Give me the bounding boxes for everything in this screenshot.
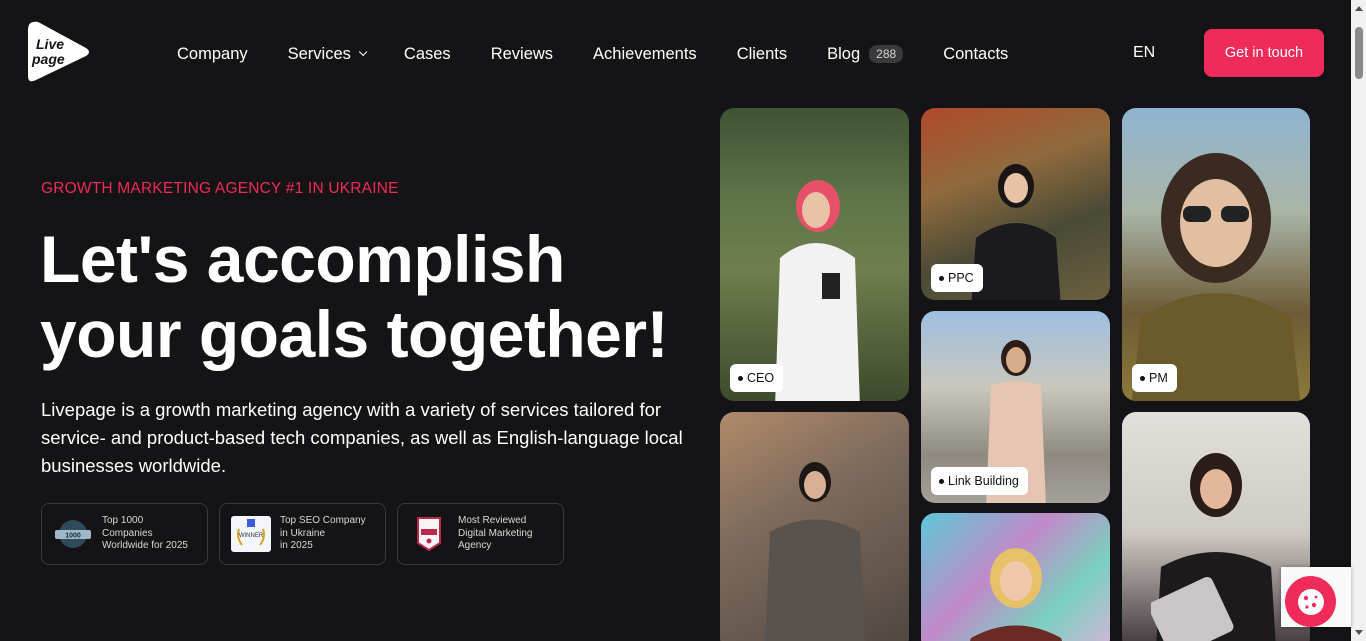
page-scrollbar[interactable] bbox=[1351, 0, 1366, 641]
nav-company[interactable]: Company bbox=[177, 45, 248, 64]
team-photo-ppc[interactable]: PPC bbox=[921, 108, 1110, 300]
seo-winner-icon: WINNER bbox=[230, 515, 272, 553]
award-clutch: 1000 Top 1000 Companies Worldwide for 20… bbox=[41, 503, 208, 565]
scroll-down-arrow-icon[interactable] bbox=[1355, 630, 1363, 635]
blog-count-badge: 288 bbox=[869, 45, 904, 63]
cookie-settings-button[interactable] bbox=[1285, 576, 1336, 627]
svg-text:page: page bbox=[31, 51, 65, 67]
scroll-thumb[interactable] bbox=[1355, 27, 1363, 79]
language-switcher[interactable]: EN bbox=[1133, 44, 1155, 62]
most-reviewed-shield-icon bbox=[408, 515, 450, 553]
svg-text:Live: Live bbox=[36, 36, 64, 52]
role-tag-ceo: CEO bbox=[730, 364, 784, 392]
hero-headline: Let's accomplish your goals together! bbox=[40, 222, 720, 372]
award-reviewed-line-3: Agency bbox=[458, 540, 492, 552]
nav-contacts[interactable]: Contacts bbox=[943, 45, 1008, 64]
award-seo-line-3: in 2025 bbox=[280, 540, 313, 552]
chevron-down-icon bbox=[358, 47, 368, 57]
nav-reviews[interactable]: Reviews bbox=[491, 45, 553, 64]
cookie-icon bbox=[1297, 588, 1324, 615]
team-photo-member-5[interactable] bbox=[720, 412, 909, 641]
livepage-logo[interactable]: Live page bbox=[26, 20, 90, 84]
svg-text:1000: 1000 bbox=[65, 533, 81, 540]
award-clutch-line-1: Top 1000 bbox=[102, 515, 144, 527]
nav-services[interactable]: Services bbox=[288, 45, 368, 64]
award-most-reviewed: Most Reviewed Digital Marketing Agency bbox=[397, 503, 564, 565]
team-photo-ceo[interactable]: CEO bbox=[720, 108, 909, 401]
clutch-1000-icon: 1000 bbox=[52, 515, 94, 553]
nav-cases[interactable]: Cases bbox=[404, 45, 451, 64]
team-photo-pm[interactable]: PM bbox=[1122, 108, 1310, 401]
headline-line-1: Let's accomplish bbox=[40, 222, 565, 296]
nav-clients[interactable]: Clients bbox=[737, 45, 787, 64]
award-seo-line-1: Top SEO Company bbox=[280, 515, 366, 527]
award-seo: WINNER Top SEO Company in Ukraine in 202… bbox=[219, 503, 386, 565]
headline-line-2: your goals together! bbox=[40, 297, 669, 371]
award-clutch-line-3: Worldwide for 2025 bbox=[102, 540, 188, 552]
team-photo-link-building[interactable]: Link Building bbox=[921, 311, 1110, 503]
nav-achievements[interactable]: Achievements bbox=[593, 45, 697, 64]
award-reviewed-line-2: Digital Marketing bbox=[458, 527, 533, 539]
award-reviewed-line-1: Most Reviewed bbox=[458, 515, 527, 527]
main-nav: Company Services Cases Reviews Achieveme… bbox=[177, 44, 1008, 64]
role-tag-pm: PM bbox=[1132, 364, 1177, 392]
awards-row: 1000 Top 1000 Companies Worldwide for 20… bbox=[41, 503, 564, 565]
svg-text:WINNER: WINNER bbox=[239, 533, 264, 539]
award-seo-line-2: in Ukraine bbox=[280, 527, 326, 539]
scroll-up-arrow-icon[interactable] bbox=[1355, 6, 1363, 11]
get-in-touch-button[interactable]: Get in touch bbox=[1204, 29, 1324, 77]
role-tag-link-building: Link Building bbox=[931, 467, 1028, 495]
nav-blog[interactable]: Blog 288 bbox=[827, 45, 904, 64]
team-photo-member-6[interactable] bbox=[921, 513, 1110, 641]
award-clutch-line-2: Companies bbox=[102, 527, 153, 539]
hero-description: Livepage is a growth marketing agency wi… bbox=[41, 399, 683, 476]
role-tag-ppc: PPC bbox=[931, 264, 983, 292]
hero-eyebrow: GROWTH MARKETING AGENCY #1 IN UKRAINE bbox=[41, 180, 399, 197]
